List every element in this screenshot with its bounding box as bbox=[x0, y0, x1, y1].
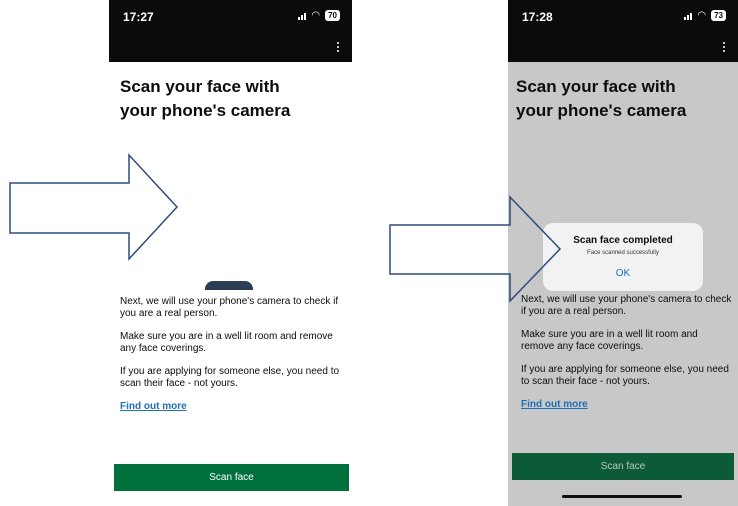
right-arrow-icon bbox=[389, 195, 562, 303]
right-arrow-icon bbox=[9, 153, 179, 261]
annotation-arrows bbox=[9, 153, 562, 303]
